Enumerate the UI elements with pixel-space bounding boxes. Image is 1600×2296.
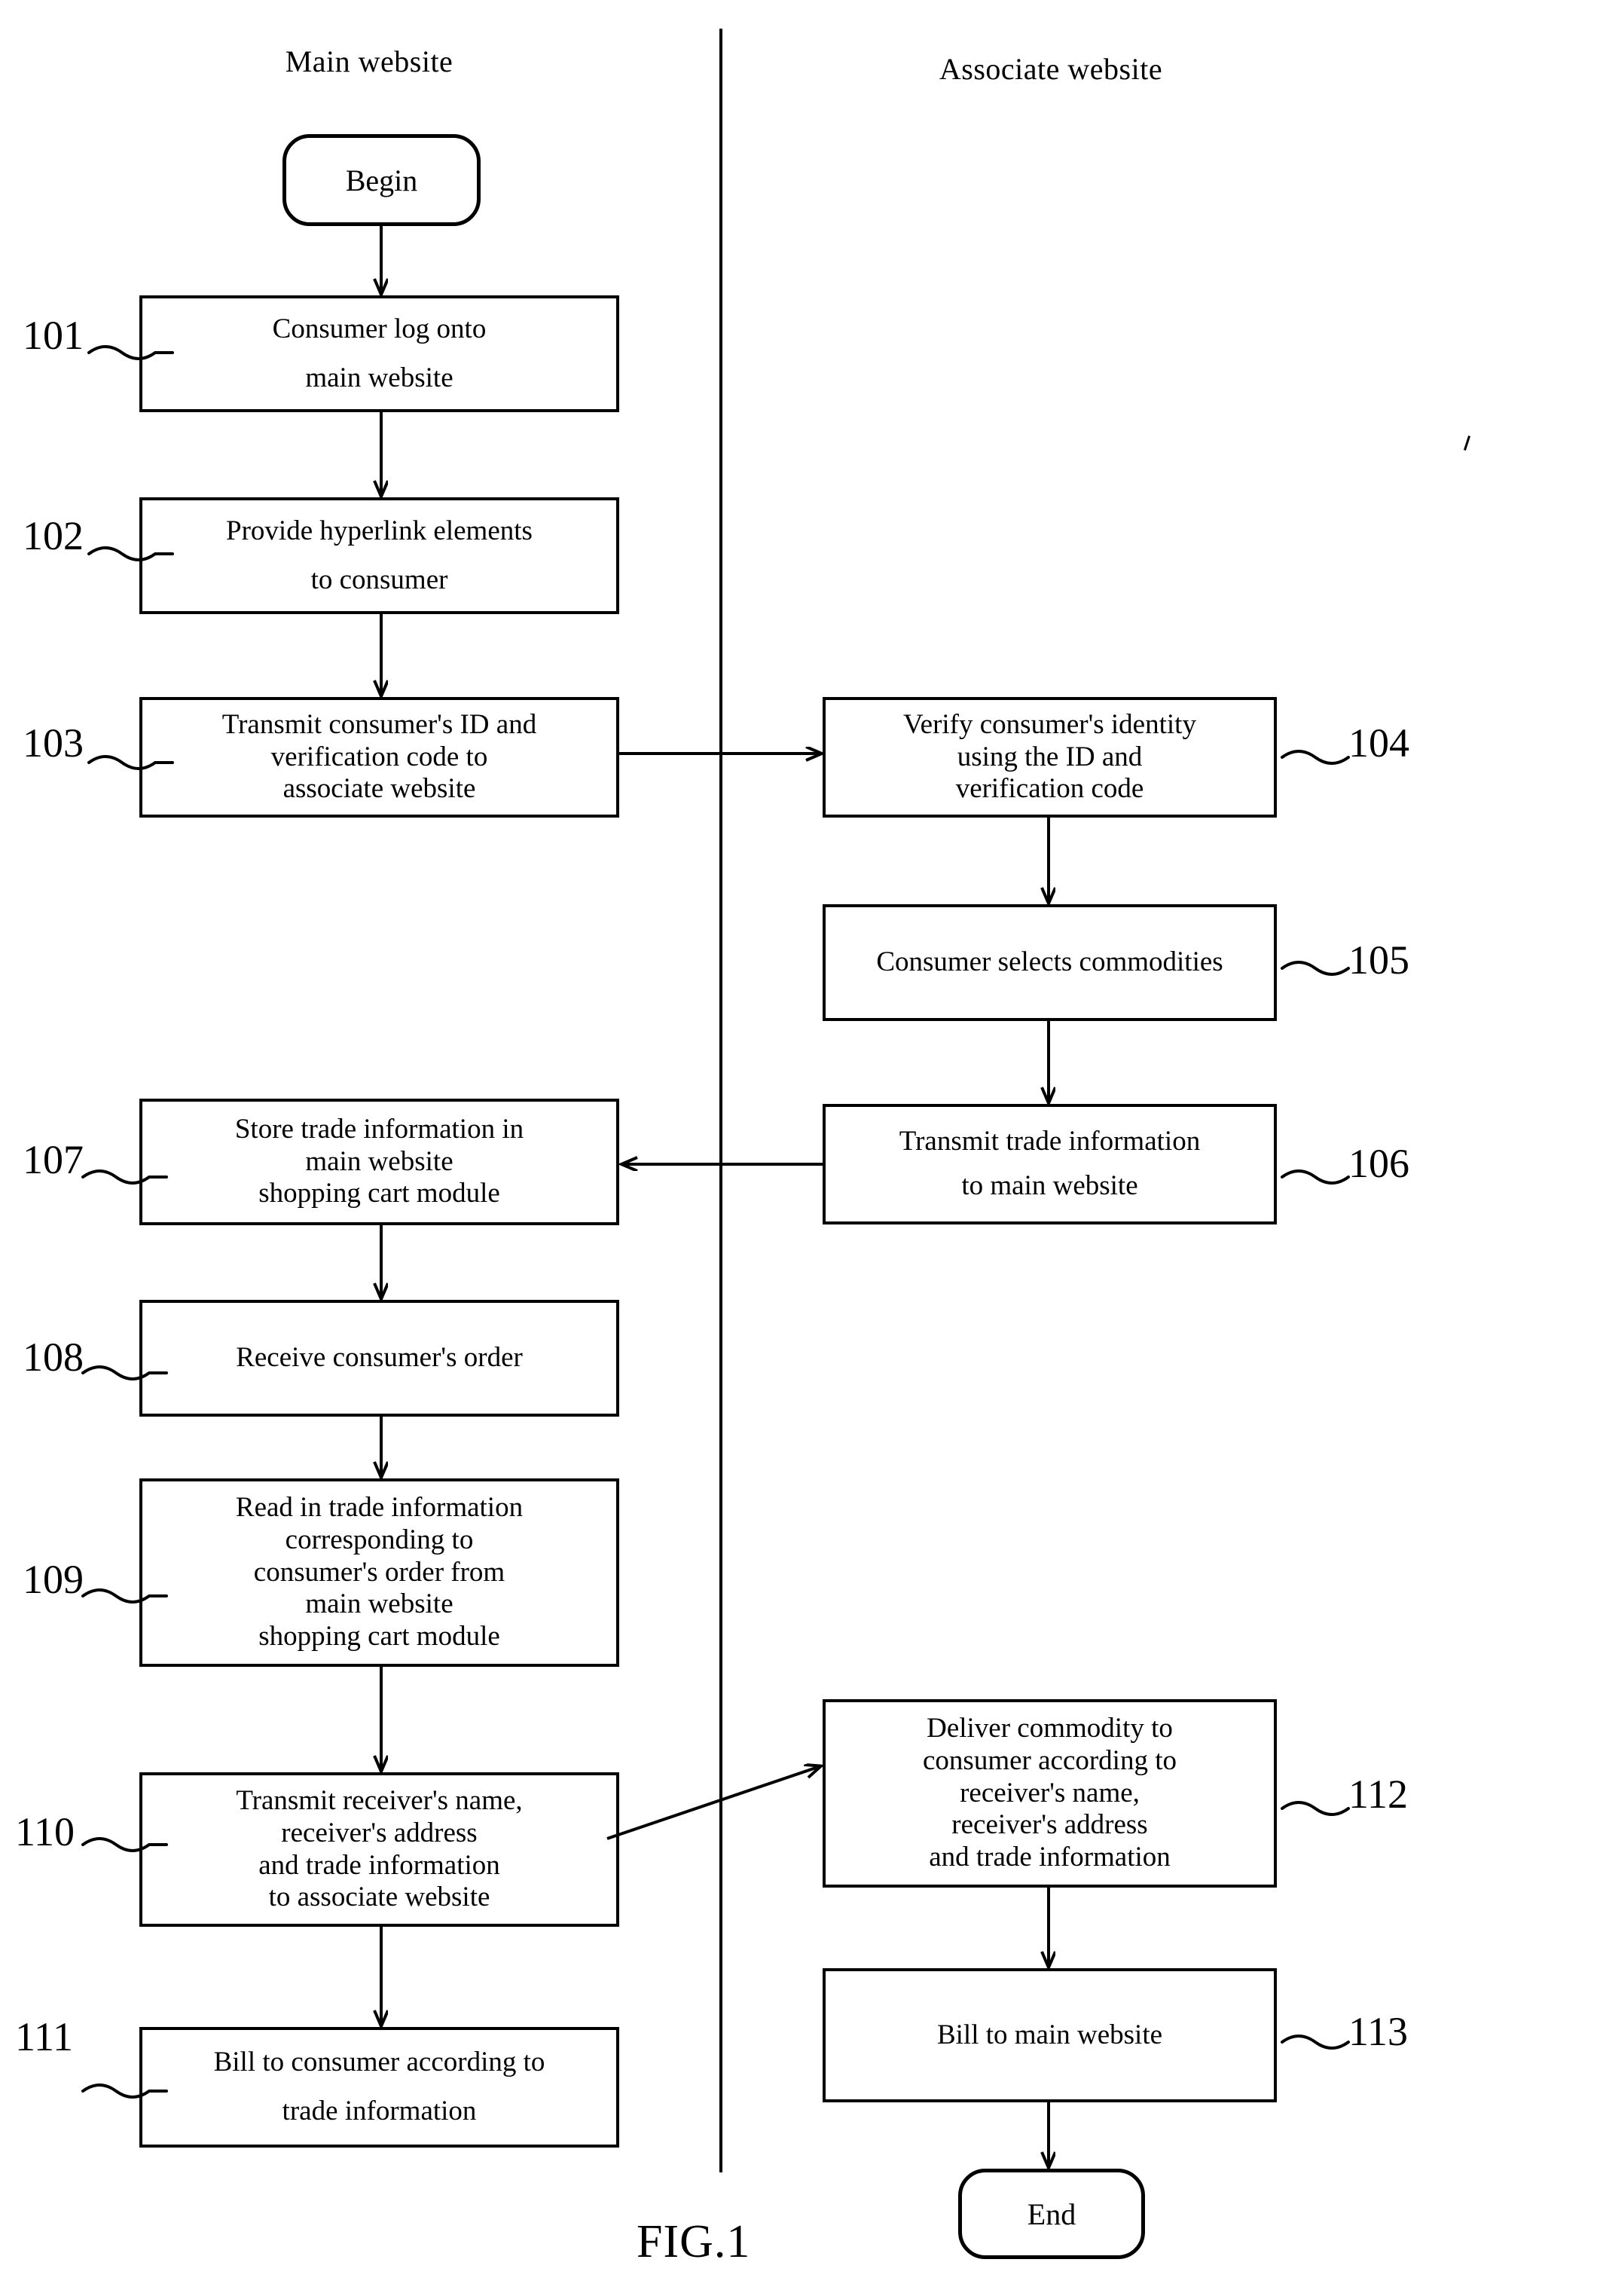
connector-110-to-112 (606, 1766, 820, 1840)
column-header-associate-website: Associate website (939, 52, 1163, 86)
process-103-line-1: Transmit consumer's ID and (221, 708, 537, 740)
process-box-107: Store trade information in main website … (139, 1099, 619, 1225)
process-110-line-1: Transmit receiver's name, (236, 1784, 523, 1816)
process-112-line-1: Deliver commodity to (927, 1712, 1173, 1744)
process-111-line-2: trade information (282, 2096, 477, 2126)
process-box-105: Consumer selects commodities (823, 904, 1277, 1021)
process-105-line-1: Consumer selects commodities (876, 946, 1223, 978)
terminator-end: End (958, 2169, 1145, 2259)
leader-104 (1281, 750, 1350, 765)
process-112-line-2: consumer according to (923, 1744, 1177, 1776)
process-110-line-3: and trade information (258, 1849, 500, 1881)
ref-label-103: 103 (23, 720, 84, 766)
process-104-line-1: Verify consumer's identity (903, 708, 1196, 740)
ref-label-102: 102 (23, 513, 84, 558)
process-109-line-4: main website (305, 1588, 453, 1620)
process-103-line-3: associate website (282, 773, 476, 805)
leader-106 (1281, 1169, 1350, 1185)
ref-label-104: 104 (1348, 720, 1409, 766)
process-104-line-2: using the ID and (957, 741, 1143, 772)
process-box-101: Consumer log onto main website (139, 295, 619, 412)
ref-label-106: 106 (1348, 1141, 1409, 1186)
process-box-113: Bill to main website (823, 1968, 1277, 2102)
process-106-line-1: Transmit trade information (899, 1126, 1201, 1157)
process-box-103: Transmit consumer's ID and verification … (139, 697, 619, 818)
swimlane-divider (719, 29, 722, 2172)
process-107-line-3: shopping cart module (258, 1178, 500, 1209)
ref-label-107: 107 (23, 1137, 84, 1182)
process-box-112: Deliver commodity to consumer according … (823, 1699, 1277, 1888)
process-109-line-3: consumer's order from (253, 1556, 505, 1588)
process-103-line-2: verification code to (270, 741, 488, 772)
process-102-line-1: Provide hyperlink elements (226, 515, 533, 546)
process-107-line-1: Store trade information in (234, 1113, 524, 1145)
process-109-line-2: corresponding to (285, 1524, 474, 1555)
ref-label-111: 111 (15, 2014, 73, 2059)
process-111-line-1: Bill to consumer according to (213, 2047, 545, 2078)
process-112-line-3: receiver's name, (960, 1777, 1140, 1808)
process-112-line-4: receiver's address (951, 1809, 1148, 1841)
process-box-111: Bill to consumer according to trade info… (139, 2027, 619, 2148)
figure-canvas: Main website Associate website Begin Con… (0, 0, 1600, 2296)
figure-caption: FIG.1 (637, 2216, 751, 2267)
process-101-line-1: Consumer log onto (272, 313, 487, 344)
process-box-104: Verify consumer's identity using the ID … (823, 697, 1277, 818)
process-box-109: Read in trade information corresponding … (139, 1478, 619, 1667)
process-101-line-2: main website (305, 362, 453, 393)
scan-artifact-speck (1463, 436, 1471, 451)
process-107-line-2: main website (305, 1145, 453, 1177)
column-header-main-website: Main website (285, 44, 453, 78)
process-box-102: Provide hyperlink elements to consumer (139, 497, 619, 614)
process-110-line-4: to associate website (268, 1882, 490, 1913)
process-112-line-5: and trade information (929, 1842, 1171, 1873)
ref-label-108: 108 (23, 1334, 84, 1380)
terminator-begin-label: Begin (345, 163, 418, 197)
terminator-begin: Begin (282, 134, 481, 226)
process-108-line-1: Receive consumer's order (236, 1342, 523, 1374)
process-104-line-3: verification code (955, 773, 1144, 805)
process-109-line-5: shopping cart module (258, 1621, 500, 1652)
ref-label-105: 105 (1348, 937, 1409, 983)
process-113-line-1: Bill to main website (936, 2019, 1163, 2050)
ref-label-112: 112 (1348, 1772, 1408, 1817)
terminator-end-label: End (1027, 2197, 1076, 2231)
ref-label-109: 109 (23, 1557, 84, 1602)
ref-label-110: 110 (15, 1809, 75, 1854)
leader-112 (1281, 1801, 1350, 1816)
process-106-line-2: to main website (961, 1170, 1138, 1201)
leader-113 (1281, 2035, 1350, 2050)
ref-label-113: 113 (1348, 2009, 1408, 2054)
process-box-108: Receive consumer's order (139, 1300, 619, 1417)
ref-label-101: 101 (23, 313, 84, 358)
process-102-line-2: to consumer (310, 564, 448, 595)
process-110-line-2: receiver's address (281, 1817, 478, 1848)
leader-105 (1281, 961, 1350, 976)
process-109-line-1: Read in trade information (235, 1491, 524, 1523)
process-box-110: Transmit receiver's name, receiver's add… (139, 1772, 619, 1927)
process-box-106: Transmit trade information to main websi… (823, 1104, 1277, 1224)
